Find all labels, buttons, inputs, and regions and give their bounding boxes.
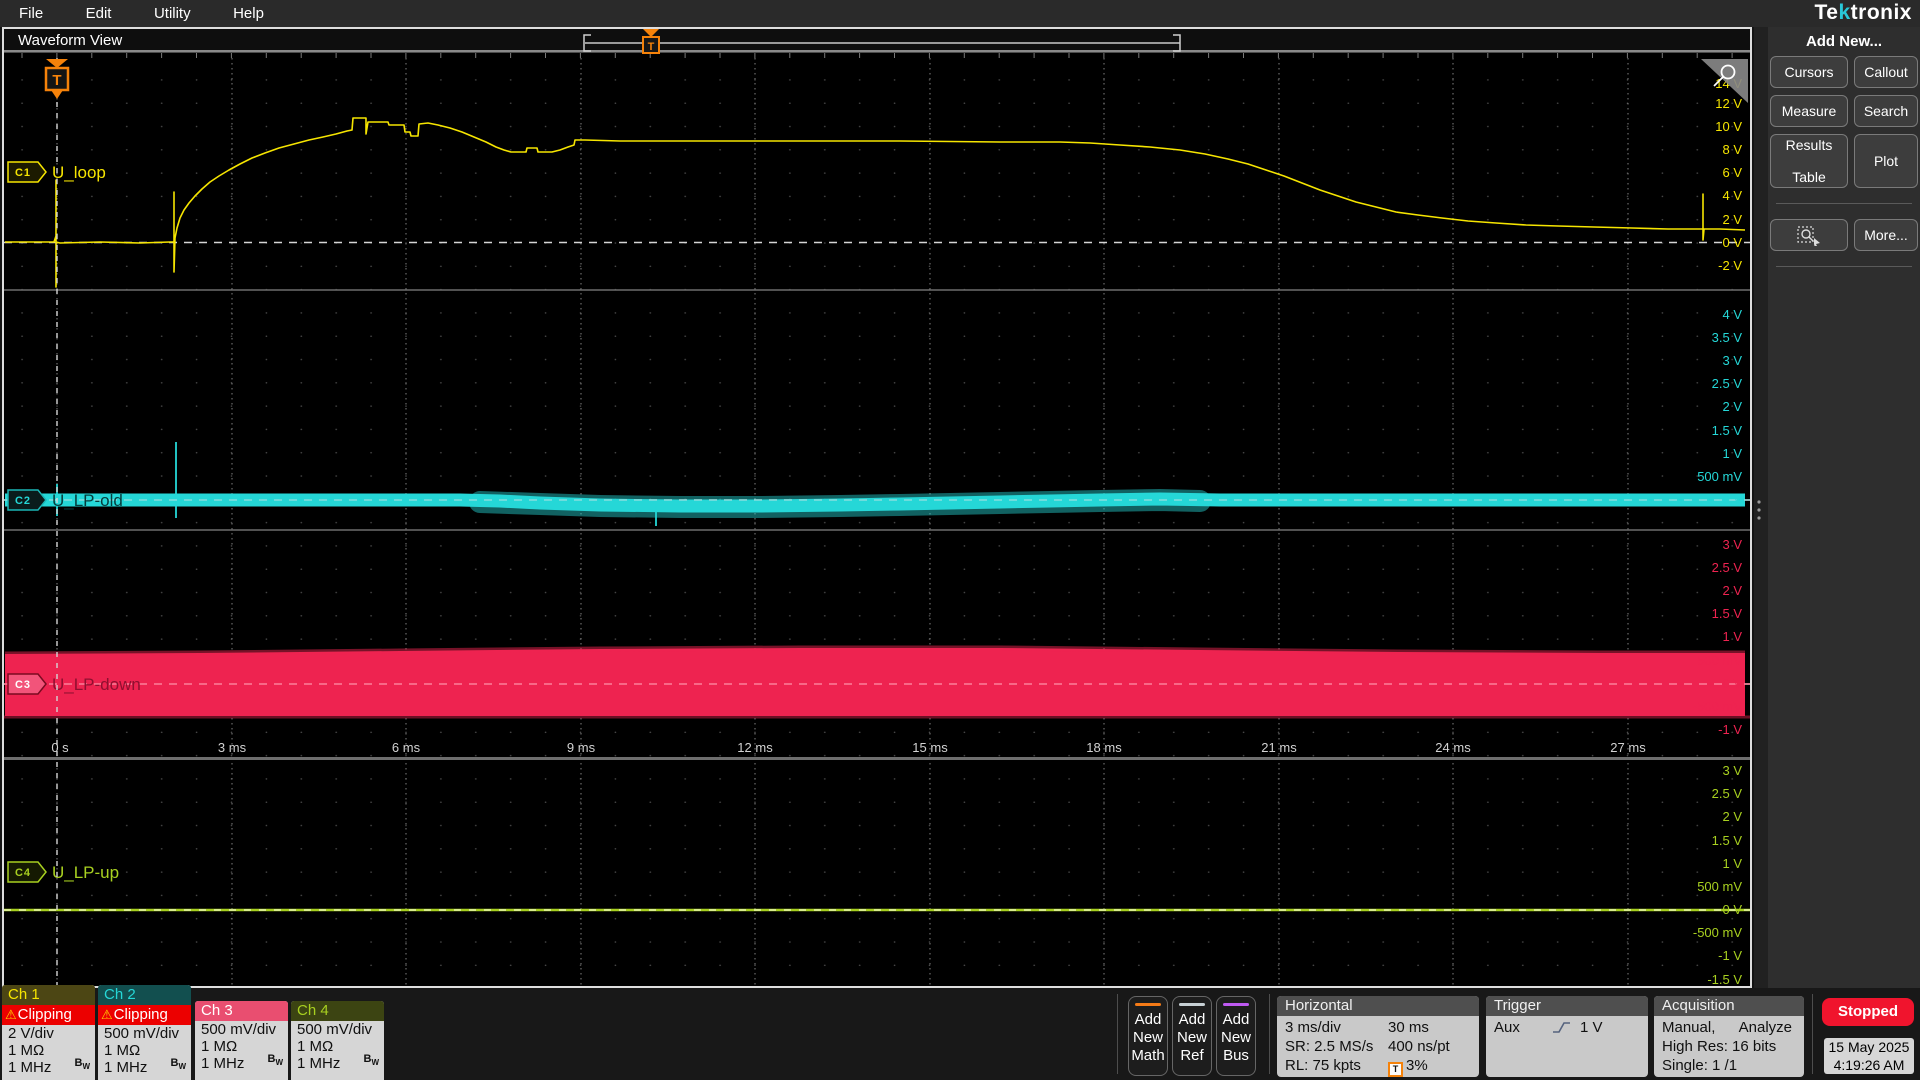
trigger-slope-icon	[1553, 1022, 1570, 1033]
add-new-math-button[interactable]: Add New Math	[1128, 996, 1168, 1076]
callout-button[interactable]: Callout	[1854, 56, 1918, 88]
channel-setting-row: 1 MHz BW	[8, 1056, 90, 1076]
bandwidth-limit-badge: BW	[170, 1056, 186, 1071]
channel-setting-row: 2 V/div	[8, 1025, 54, 1042]
menu-item-file[interactable]: File	[0, 0, 62, 27]
trigger-level: 1 V	[1580, 1019, 1603, 1036]
horizontal-window: 30 ms	[1388, 1019, 1429, 1036]
measure-button[interactable]: Measure	[1770, 95, 1848, 127]
date-text: 15 May 2025	[1828, 1039, 1910, 1055]
channel-box-title: Ch 2	[98, 985, 191, 1005]
more-button[interactable]: More...	[1854, 219, 1918, 251]
bandwidth-limit-badge: BW	[267, 1052, 283, 1067]
trigger-panel[interactable]: Trigger Aux 1 V	[1486, 996, 1648, 1077]
channel-box-ch1[interactable]: Ch 1 ⚠Clipping 2 V/div 1 MΩ 1 MHz BW	[2, 985, 95, 1080]
horizontal-record-length: RL: 75 kpts	[1285, 1057, 1361, 1074]
zoom-select-button[interactable]	[1770, 219, 1848, 251]
separator	[1117, 994, 1118, 1074]
trigger-position-flag-icon: T	[1388, 1062, 1403, 1077]
logo-text-2: tronix	[1850, 1, 1912, 24]
channel-setting-row: 500 mV/div	[104, 1025, 180, 1042]
ref-color-bar	[1179, 1003, 1205, 1006]
trigger-position-value: 3%	[1406, 1057, 1428, 1074]
math-color-bar	[1135, 1003, 1161, 1006]
channel-box-ch3[interactable]: Ch 3 500 mV/div 1 MΩ 1 MHz BW	[195, 1001, 288, 1080]
button-label: Results	[1785, 137, 1833, 153]
horizontal-panel[interactable]: Horizontal 3 ms/div 30 ms SR: 2.5 MS/s 400…	[1277, 996, 1479, 1077]
menu-bar: File Edit Utility Help Tektronix	[0, 0, 1920, 27]
trigger-source: Aux	[1494, 1019, 1520, 1036]
panel-gap-strip	[1754, 27, 1768, 988]
add-new-panel: Add New... Cursors Callout Measure Search Re…	[1768, 27, 1920, 988]
waveform-plot-area[interactable]	[4, 58, 1750, 986]
channel-setting-row: 500 mV/div	[201, 1021, 277, 1038]
panel-divider	[1776, 203, 1912, 204]
channel-box-ch2[interactable]: Ch 2 ⚠Clipping 500 mV/div 1 MΩ 1 MHz BW	[98, 985, 191, 1080]
warning-icon: ⚠	[101, 1007, 113, 1022]
waveform-view-titlebar: Waveform View	[4, 29, 1750, 53]
trigger-panel-title: Trigger	[1486, 996, 1648, 1016]
separator	[1269, 994, 1270, 1074]
search-button[interactable]: Search	[1854, 95, 1918, 127]
horizontal-resolution: 400 ns/pt	[1388, 1038, 1450, 1055]
results-table-button[interactable]: Results Table	[1770, 134, 1848, 188]
separator	[1812, 994, 1813, 1074]
horizontal-panel-title: Horizontal	[1277, 996, 1479, 1016]
acquisition-panel[interactable]: Acquisition Manual, Analyze High Res: 16 …	[1654, 996, 1804, 1077]
bandwidth-limit-badge: BW	[363, 1052, 379, 1067]
bottom-settings-bar: Ch 1 ⚠Clipping 2 V/div 1 MΩ 1 MHz BW Ch 2 ⚠Clip…	[0, 985, 1920, 1080]
channel-box-title: Ch 1	[2, 985, 95, 1005]
page-title: Waveform View	[18, 32, 123, 49]
menu-item-utility[interactable]: Utility	[135, 0, 210, 27]
horizontal-trigger-position: T 3%	[1388, 1056, 1428, 1077]
horizontal-sample-rate: SR: 2.5 MS/s	[1285, 1038, 1374, 1055]
acquisition-single: Single: 1 /1	[1662, 1057, 1738, 1074]
zoom-select-icon	[1797, 226, 1820, 246]
acquisition-panel-title: Acquisition	[1654, 996, 1804, 1016]
add-new-bus-button[interactable]: Add New Bus	[1216, 996, 1256, 1076]
menu-item-edit[interactable]: Edit	[67, 0, 131, 27]
menu-item-help[interactable]: Help	[214, 0, 283, 27]
logo-k: k	[1838, 1, 1851, 24]
channel-box-ch4[interactable]: Ch 4 500 mV/div 1 MΩ 1 MHz BW	[291, 1001, 384, 1080]
clipping-badge: ⚠Clipping	[98, 1005, 191, 1025]
plot-button[interactable]: Plot	[1854, 134, 1918, 188]
clipping-badge: ⚠Clipping	[2, 1005, 95, 1025]
channel-setting-row: 1 MHz BW	[104, 1056, 186, 1076]
channel-box-title: Ch 4	[291, 1001, 384, 1021]
channel-setting-row: 1 MHz BW	[201, 1052, 283, 1072]
bus-color-bar	[1223, 1003, 1249, 1006]
add-new-ref-button[interactable]: Add New Ref	[1172, 996, 1212, 1076]
bandwidth-limit-badge: BW	[74, 1056, 90, 1071]
time-text: 4:19:26 AM	[1833, 1057, 1905, 1073]
cursors-button[interactable]: Cursors	[1770, 56, 1848, 88]
acquisition-mode: Manual,	[1662, 1019, 1716, 1036]
channel-box-title: Ch 3	[195, 1001, 288, 1021]
channel-setting-row: 1 MHz BW	[297, 1052, 379, 1072]
channel-setting-row: 500 mV/div	[297, 1021, 373, 1038]
logo-text: Te	[1814, 1, 1839, 24]
add-new-heading: Add New...	[1805, 33, 1883, 50]
acquisition-analyze: Analyze	[1738, 1019, 1792, 1036]
button-label: Table	[1792, 169, 1826, 185]
panel-divider	[1776, 266, 1912, 267]
tektronix-logo: Tektronix	[1815, 1, 1912, 25]
acquisition-resolution: High Res: 16 bits	[1662, 1038, 1777, 1055]
datetime-display: 15 May 2025 4:19:26 AM	[1824, 1038, 1914, 1074]
horizontal-scale: 3 ms/div	[1285, 1019, 1341, 1036]
stopped-button[interactable]: Stopped	[1822, 998, 1914, 1026]
warning-icon: ⚠	[5, 1007, 17, 1022]
